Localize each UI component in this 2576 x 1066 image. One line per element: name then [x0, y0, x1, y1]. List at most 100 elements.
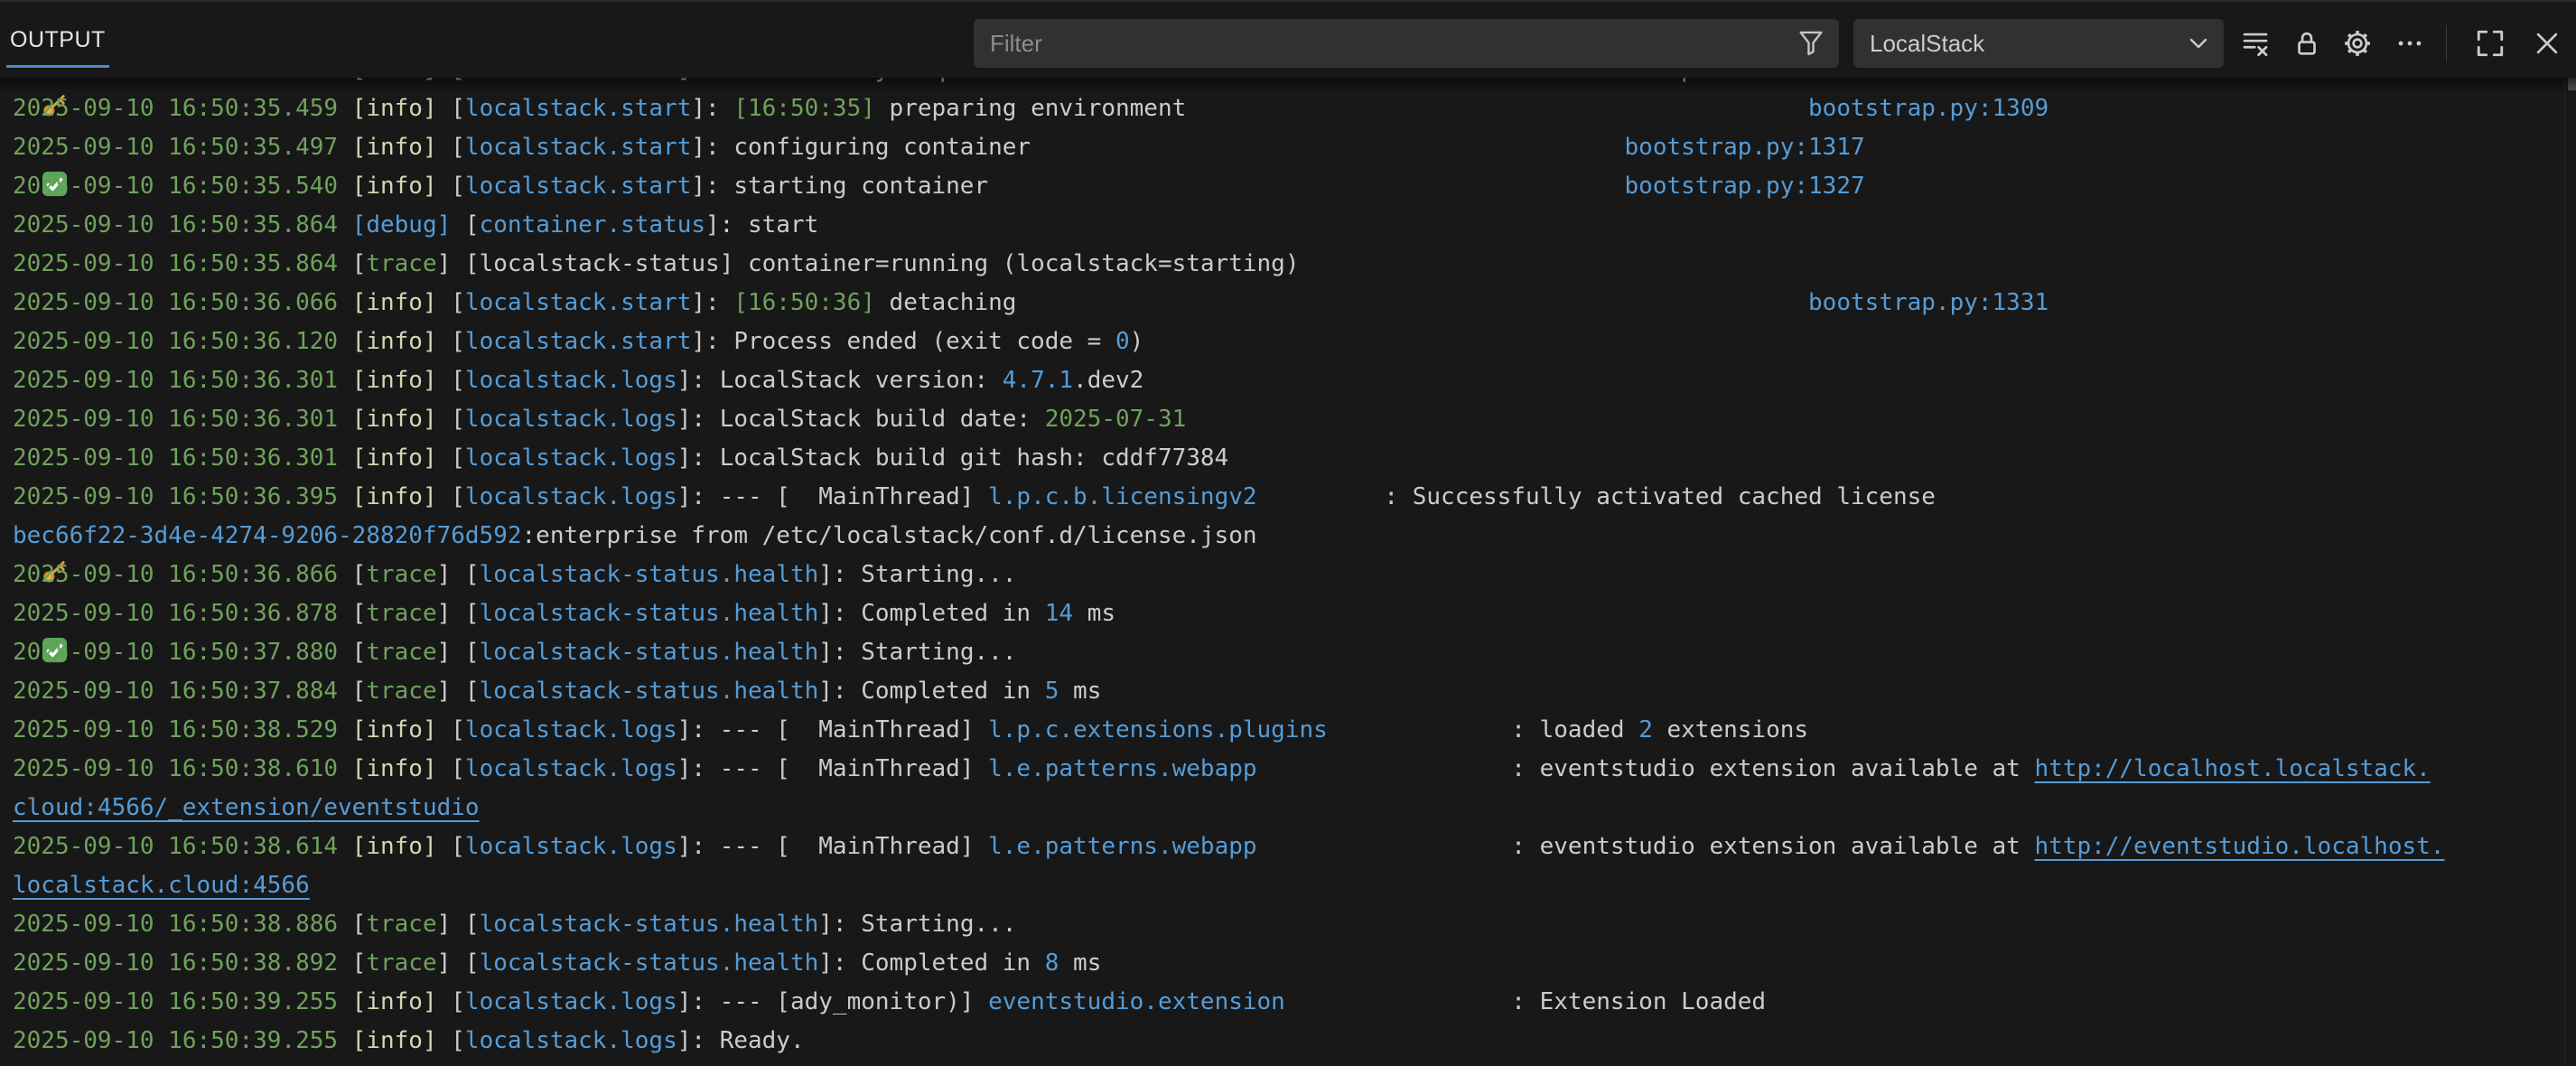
log-text: ]: configuring container [691, 134, 1031, 161]
log-text: 2025-09-10 16:50:36.066 [13, 289, 338, 316]
log-text: [info] [352, 173, 437, 200]
log-line: cloud:4566/_extension/eventstudio [13, 789, 2576, 828]
log-text: 2025-09-10 16:50:35.864 [13, 250, 338, 277]
log-text: extensions [1653, 716, 1808, 743]
log-line: 2025-09-10 16:50:36.301 [info] [localsta… [13, 400, 2576, 439]
log-line: 2025-09-10 16:50:39.255 [info] [localsta… [13, 1022, 2576, 1061]
log-text: [info] [352, 367, 437, 394]
channel-select[interactable]: LocalStack [1853, 19, 2224, 68]
log-text: [ [437, 367, 465, 394]
log-text: ]: Starting... [818, 639, 1016, 666]
clear-output-button[interactable] [2235, 23, 2275, 63]
scrollbar-thumb[interactable] [2568, 78, 2576, 90]
log-padding [1031, 134, 1624, 161]
log-text: [ [437, 134, 465, 161]
log-text: ]: Starting... [818, 561, 1016, 588]
log-text: bootstrap.py:1309 [1808, 95, 2049, 122]
log-text: ]: Ready. [677, 1027, 805, 1054]
log-line: 2025-09-10 16:50:35.427 [info] [localsta… [13, 78, 2576, 89]
log-line: 2025-09-10 16:50:35.459 [info] [localsta… [13, 89, 2576, 128]
log-text: 2025-09-10 16:50:36.878 [13, 600, 338, 627]
auto-scroll-lock-button[interactable] [2287, 23, 2327, 63]
filter-funnel-icon[interactable] [1796, 28, 1826, 59]
tab-output[interactable]: OUTPUT [6, 2, 109, 68]
log-line: 2025-09-10 16:50:38.614 [info] [localsta… [13, 828, 2576, 866]
log-line: 2025-09-10 16:50:39.255 [info] [localsta… [13, 983, 2576, 1022]
log-text: eventstudio.extension [988, 988, 1285, 1015]
log-text: [info] [352, 134, 437, 161]
panel-right-border [2564, 78, 2565, 1066]
log-line: 2025-09-10 16:50:36.395 [info] [localsta… [13, 478, 2576, 517]
log-text: 5 [1045, 678, 1059, 705]
log-link[interactable]: cloud:4566/_extension/eventstudio [13, 794, 480, 821]
log-text: localstack.logs [465, 833, 677, 860]
log-text: bootstrap.py:1317 [1625, 134, 1865, 161]
log-line: 2025-09-10 16:50:37.884 [trace] [localst… [13, 672, 2576, 711]
log-text: localstack-status.health [480, 911, 819, 938]
log-text: trace [366, 639, 436, 666]
log-link[interactable]: http://eventstudio.localhost. [2034, 833, 2444, 860]
log-text: [info] [352, 406, 437, 433]
log-text [338, 988, 352, 1015]
log-text: [info] [352, 483, 437, 510]
maximize-panel-button[interactable] [2470, 23, 2510, 63]
log-text: ] [ [437, 949, 480, 977]
log-text: localstack.start [465, 173, 691, 200]
log-text [338, 328, 352, 355]
log-line: bec66f22-3d4e-4274-9206-28820f76d592:ent… [13, 517, 2576, 556]
log-text: localstack.start [465, 289, 691, 316]
log-text: [ [437, 1027, 465, 1054]
log-text: : eventstudio extension available at [1511, 755, 2034, 782]
log-text: trace [366, 678, 436, 705]
log-text: ]: Completed in [818, 949, 1044, 977]
filter-input[interactable] [974, 30, 1796, 58]
log-line: 2025-09-10 16:50:38.610 [info] [localsta… [13, 750, 2576, 789]
log-link[interactable]: localstack.cloud:4566 [13, 872, 310, 899]
log-line: localstack.cloud:4566 [13, 866, 2576, 905]
log-text: ms [1059, 678, 1101, 705]
log-text: 4.7.1 [1003, 367, 1073, 394]
log-text [338, 444, 352, 472]
log-text: 2025-09-10 16:50:36.301 [13, 444, 338, 472]
log-text: 2025-09-10 16:50:35.459 [13, 95, 338, 122]
log-text: ]: starting container [691, 173, 988, 200]
more-actions-button[interactable] [2390, 23, 2430, 63]
channel-select-value: LocalStack [1853, 30, 2184, 58]
log-text: trace [366, 561, 436, 588]
log-text [338, 833, 352, 860]
log-text: 2025-09-10 16:50:38.892 [13, 949, 338, 977]
close-panel-button[interactable] [2527, 23, 2567, 63]
log-text: trace [366, 250, 436, 277]
log-text [338, 406, 352, 433]
log-link[interactable]: http://localhost.localstack. [2034, 755, 2430, 782]
log-text: 2025-09-10 16:50:35.497 [13, 134, 338, 161]
log-text: localstack.logs [465, 367, 677, 394]
log-text: ]: --- [ MainThread] [677, 755, 988, 782]
log-text [338, 134, 352, 161]
log-text: l.e.patterns.webapp [988, 755, 1256, 782]
log-line: 2025-09-10 16:50:36.301 [info] [localsta… [13, 361, 2576, 400]
log-text: [ [437, 988, 465, 1015]
settings-button[interactable] [2338, 23, 2377, 63]
log-text: l.p.c.b.licensingv2 [988, 483, 1256, 510]
log-text: trace [366, 911, 436, 938]
lock-icon [2291, 28, 2322, 59]
log-text: localstack.start [465, 134, 691, 161]
log-text: localstack.logs [465, 716, 677, 743]
log-text: [ [338, 949, 366, 977]
log-padding [1257, 833, 1512, 860]
toolbar-divider [2446, 25, 2447, 61]
log-text: ms [1059, 949, 1101, 977]
log-text: ]: [691, 95, 733, 122]
log-text: [ [437, 483, 465, 510]
log-text: [info] [352, 716, 437, 743]
log-text: 2025-09-10 16:50:36.395 [13, 483, 338, 510]
log-text: ]: --- [ MainThread] [677, 833, 988, 860]
log-text: trace [366, 949, 436, 977]
log-text: localstack.logs [465, 483, 677, 510]
log-text: localstack-status.health [480, 678, 819, 705]
log-text: [info] [352, 1027, 437, 1054]
log-line: 2025-09-10 16:50:36.878 [trace] [localst… [13, 594, 2576, 633]
log-text: [info] [352, 988, 437, 1015]
log-line: 2025-09-10 16:50:35.540 [info] [localsta… [13, 167, 2576, 206]
